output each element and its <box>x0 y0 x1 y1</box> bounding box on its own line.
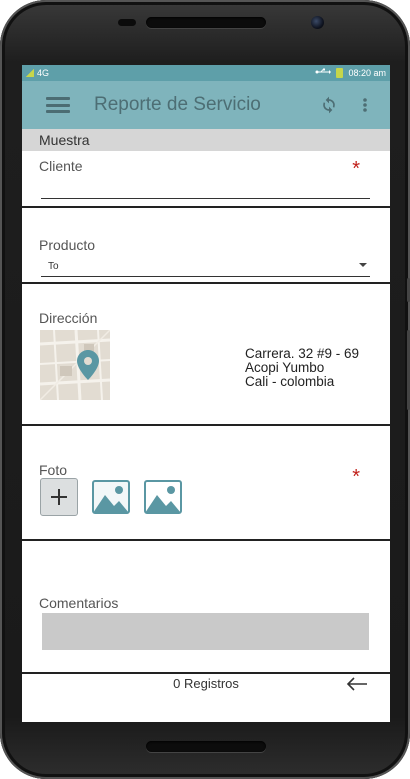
app-bar: Reporte de Servicio <box>22 81 390 129</box>
section-header: Muestra <box>22 129 390 151</box>
network-type: 4G <box>37 68 50 78</box>
more-vert-icon[interactable] <box>354 94 376 116</box>
comentarios-field: Comentarios <box>22 541 390 674</box>
usb-icon <box>315 68 332 78</box>
comentarios-textarea[interactable] <box>42 613 369 650</box>
hamburger-icon[interactable] <box>46 97 70 113</box>
footer: 0 Registros <box>22 674 390 694</box>
cliente-field: Cliente * <box>22 151 390 208</box>
address-line-3: Cali - colombia <box>245 374 335 389</box>
producto-select[interactable]: To <box>41 257 370 277</box>
battery-icon <box>336 68 344 78</box>
cliente-label: Cliente <box>39 158 83 174</box>
direccion-field: Dirección Carrera. 32 #9 - 69 Acopi Yumb… <box>22 284 390 426</box>
address-line-1: Carrera. 32 #9 - 69 <box>245 346 360 361</box>
foto-label: Foto <box>39 462 68 478</box>
cliente-input[interactable] <box>41 198 370 199</box>
phone-frame: 4G 08:20 am Reporte de Servicio Muestra … <box>0 0 410 779</box>
direccion-label: Dirección <box>39 310 98 326</box>
add-photo-button[interactable] <box>40 478 78 516</box>
earpiece-speaker <box>146 17 266 28</box>
screen: 4G 08:20 am Reporte de Servicio Muestra … <box>22 65 390 722</box>
address-line-2: Acopi Yumbo <box>245 360 325 375</box>
foto-field: Foto * <box>22 426 390 541</box>
page-title: Reporte de Servicio <box>94 94 261 115</box>
producto-selected-value: To <box>48 261 59 272</box>
proximity-sensor <box>118 19 136 26</box>
bottom-speaker <box>146 741 266 752</box>
photo-row <box>40 478 182 516</box>
network-indicator: 4G <box>26 68 49 78</box>
front-camera <box>311 16 324 29</box>
image-placeholder-icon[interactable] <box>92 478 130 516</box>
map-pin-icon <box>40 330 110 400</box>
foto-required-mark: * <box>352 466 360 488</box>
clock: 08:20 am <box>348 68 386 78</box>
status-bar: 4G 08:20 am <box>22 65 390 81</box>
producto-field: Producto To <box>22 208 390 284</box>
producto-label: Producto <box>39 237 96 253</box>
image-placeholder-icon[interactable] <box>144 478 182 516</box>
back-arrow-icon[interactable] <box>346 676 368 692</box>
sync-icon[interactable] <box>318 94 340 116</box>
address-text: Carrera. 32 #9 - 69 Acopi Yumbo Cali - c… <box>245 347 359 389</box>
cliente-required-mark: * <box>352 158 360 180</box>
map-thumbnail[interactable] <box>40 330 110 400</box>
signal-icon <box>26 69 34 77</box>
records-count: 0 Registros <box>173 676 239 691</box>
dropdown-arrow-icon <box>359 263 367 267</box>
comentarios-label: Comentarios <box>39 595 119 611</box>
plus-icon <box>51 489 67 505</box>
